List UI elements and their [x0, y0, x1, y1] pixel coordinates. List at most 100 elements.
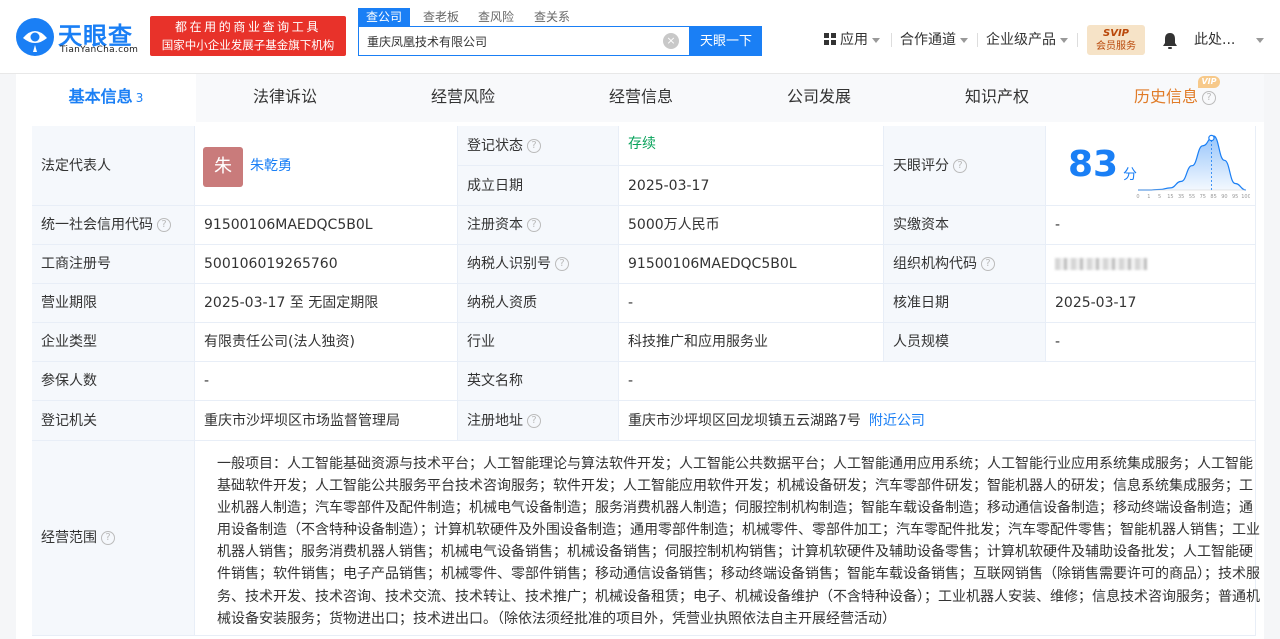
- label-reg-status-text: 登记状态: [467, 138, 523, 154]
- label-address: 注册地址?: [458, 401, 619, 441]
- score-tick-label: 75: [1200, 194, 1206, 200]
- svip-subtitle: 会员服务: [1096, 41, 1136, 52]
- help-icon[interactable]: ?: [157, 218, 171, 232]
- score-tick-label: 0: [1136, 194, 1139, 200]
- eye-logo-icon: [16, 18, 54, 56]
- approve-date-value: 2025-03-17: [1046, 284, 1256, 323]
- industry-value: 科技推广和应用服务业: [619, 323, 884, 362]
- label-reg-capital: 注册资本?: [458, 206, 619, 245]
- label-industry: 行业: [458, 323, 619, 362]
- label-org-code: 组织机构代码?: [884, 245, 1046, 284]
- tab-history[interactable]: 历史信息?: [1086, 74, 1264, 122]
- bell-icon[interactable]: [1162, 32, 1178, 50]
- reg-status-value: 存续: [619, 126, 884, 166]
- svip-button[interactable]: SVIP 会员服务: [1087, 25, 1145, 55]
- nearby-companies-link[interactable]: 附近公司: [869, 413, 925, 429]
- label-staff-size: 人员规模: [884, 323, 1046, 362]
- tab-basic-info[interactable]: 基本信息 3: [16, 74, 196, 122]
- tianyancha-logo[interactable]: 天眼查 TianYanCha.com: [16, 16, 144, 58]
- nav-partner[interactable]: 合作通道: [900, 30, 968, 50]
- score-value: 83: [1068, 144, 1119, 185]
- legal-rep-cell: 朱 朱乾勇: [195, 126, 458, 206]
- staff-size-value: -: [1046, 323, 1256, 362]
- search-tab-company[interactable]: 查公司: [358, 8, 411, 26]
- label-authority: 登记机关: [32, 401, 195, 441]
- score-tick-label: 100: [1241, 194, 1250, 200]
- label-credit-code-text: 统一社会信用代码: [41, 217, 153, 233]
- detail-tabs: 基本信息 3 法律诉讼 经营风险 经营信息 公司发展 知识产权 历史信息? VIP: [16, 74, 1264, 122]
- search-tab-risk[interactable]: 查风险: [478, 8, 514, 26]
- company-detail-panel: 基本信息 3 法律诉讼 经营风险 经营信息 公司发展 知识产权 历史信息? VIP…: [16, 74, 1264, 639]
- help-icon[interactable]: ?: [527, 414, 541, 428]
- tab-operation[interactable]: 经营信息: [552, 74, 730, 122]
- help-icon[interactable]: ?: [527, 139, 541, 153]
- found-date-value: 2025-03-17: [619, 166, 884, 206]
- label-score: 天眼评分?: [884, 126, 1046, 206]
- help-icon[interactable]: ?: [981, 257, 995, 271]
- label-address-text: 注册地址: [467, 413, 523, 429]
- help-icon[interactable]: ?: [953, 159, 967, 173]
- chevron-down-icon: [1060, 37, 1068, 43]
- tab-basic-info-label: 基本信息: [68, 87, 133, 106]
- score-area: [1138, 136, 1246, 190]
- tab-history-label: 历史信息: [1133, 87, 1198, 106]
- label-paid-capital: 实缴资本: [884, 206, 1046, 245]
- label-taxpayer-id-text: 纳税人识别号: [467, 256, 551, 272]
- chevron-down-icon[interactable]: [1256, 38, 1264, 43]
- promo-banner[interactable]: 都在用的商业查询工具 国家中小企业发展子基金旗下机构: [150, 16, 346, 56]
- label-reg-capital-text: 注册资本: [467, 217, 523, 233]
- org-code-value: [1046, 245, 1256, 284]
- score-tick-label: 35: [1178, 194, 1184, 200]
- term-value: 2025-03-17 至 无固定期限: [195, 284, 458, 323]
- tab-ip[interactable]: 知识产权: [908, 74, 1086, 122]
- taxpayer-id-value: 91500106MAEDQC5B0L: [619, 245, 884, 284]
- help-icon[interactable]: ?: [527, 218, 541, 232]
- score-tick-label: 15: [1167, 194, 1173, 200]
- insured-value: -: [195, 362, 458, 401]
- nav-enterprise-label: 企业级产品: [986, 32, 1056, 48]
- clear-icon[interactable]: ×: [663, 33, 679, 49]
- avatar[interactable]: 朱: [203, 147, 243, 187]
- authority-value: 重庆市沙坪坝区市场监督管理局: [195, 401, 458, 441]
- label-legal-rep: 法定代表人: [32, 126, 195, 206]
- top-header: 天眼查 TianYanCha.com 都在用的商业查询工具 国家中小企业发展子基…: [0, 0, 1280, 74]
- search-input[interactable]: [359, 27, 655, 55]
- credit-code-value: 91500106MAEDQC5B0L: [195, 206, 458, 245]
- score-marker-dot: [1208, 134, 1215, 142]
- tab-development[interactable]: 公司发展: [730, 74, 908, 122]
- score-tick-label: 1: [1147, 194, 1150, 200]
- label-credit-code: 统一社会信用代码?: [32, 206, 195, 245]
- nav-apps-label: 应用: [840, 32, 868, 48]
- nav-divider: [891, 33, 892, 47]
- logo-domain: TianYanCha.com: [60, 45, 139, 55]
- nav-apps[interactable]: 应用: [824, 30, 880, 50]
- tab-risk[interactable]: 经营风险: [374, 74, 552, 122]
- biz-reg-no-value: 500106019265760: [195, 245, 458, 284]
- tab-legal[interactable]: 法律诉讼: [196, 74, 374, 122]
- tab-count-badge: 3: [135, 91, 144, 105]
- score-tick-label: 85: [1210, 194, 1216, 200]
- help-icon[interactable]: ?: [1202, 90, 1216, 105]
- score-distribution-chart: 0 1 5 15 35 55 75 85 90 95 100: [1136, 134, 1250, 200]
- legal-rep-name-link[interactable]: 朱乾勇: [250, 156, 292, 176]
- score-tick-label: 55: [1189, 194, 1195, 200]
- score-tick-label: 5: [1158, 194, 1161, 200]
- search-button[interactable]: 天眼一下: [690, 26, 762, 56]
- label-scope: 经营范围?: [32, 441, 195, 636]
- score-tick-label: 90: [1221, 194, 1227, 200]
- help-icon[interactable]: ?: [555, 257, 569, 271]
- label-biz-reg-no: 工商注册号: [32, 245, 195, 284]
- label-reg-status: 登记状态?: [458, 126, 619, 166]
- nav-partner-label: 合作通道: [900, 32, 956, 48]
- nav-enterprise[interactable]: 企业级产品: [986, 30, 1068, 50]
- label-english-name: 英文名称: [458, 362, 619, 401]
- user-name[interactable]: 此处...: [1194, 30, 1235, 50]
- search-tab-relation[interactable]: 查关系: [534, 8, 570, 26]
- help-icon[interactable]: ?: [101, 531, 115, 545]
- nav-divider: [977, 33, 978, 47]
- address-cell: 重庆市沙坪坝区回龙坝镇五云湖路7号 附近公司: [619, 401, 1256, 441]
- banner-line1: 都在用的商业查询工具: [174, 20, 321, 34]
- search-tab-boss[interactable]: 查老板: [423, 8, 459, 26]
- label-insured: 参保人数: [32, 362, 195, 401]
- score-tick-label: 95: [1232, 194, 1238, 200]
